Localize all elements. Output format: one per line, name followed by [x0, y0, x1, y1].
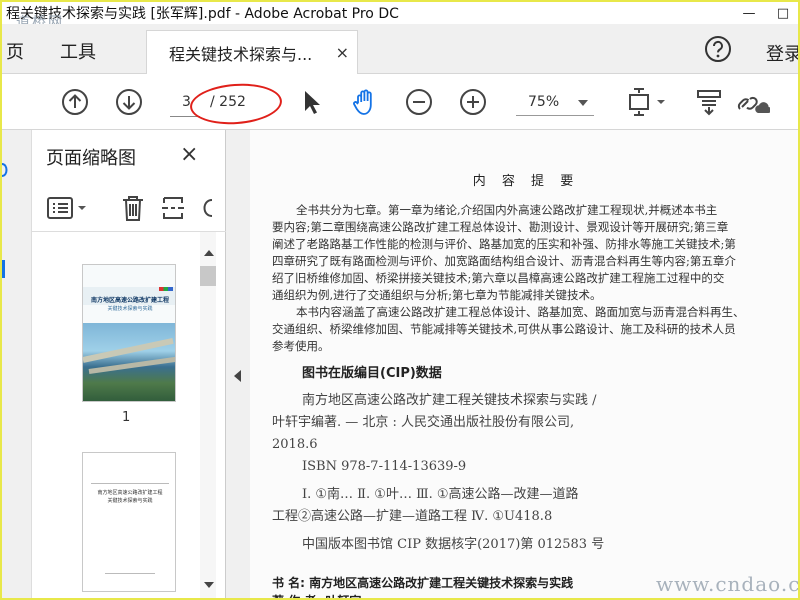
chevron-down-icon: [578, 100, 588, 106]
text-line: 本书内容涵盖了高速公路改扩建工程总体设计、路基加宽、路面加宽与沥青混合料再生、: [296, 305, 745, 319]
tab-home[interactable]: 页: [6, 38, 24, 64]
toolbar: 3 / 252 75%: [2, 74, 798, 130]
rail-indicator: [2, 260, 8, 278]
cip-line: ISBN 978-7-114-13639-9: [302, 459, 467, 474]
hand-tool-icon[interactable]: [350, 87, 380, 117]
panel-toolbar: [32, 182, 226, 232]
zoom-value: 75%: [528, 94, 560, 110]
thumbnail-panel: 页面缩略图 × 南方地区高速公路改扩建工程 关键技术探索与实践 1 南方地区高速…: [32, 130, 226, 598]
page-input-underline: [170, 116, 200, 117]
minimize-button[interactable]: —: [734, 2, 764, 24]
maximize-button[interactable]: □: [768, 2, 798, 24]
prev-page-icon[interactable]: [60, 87, 90, 117]
cip-line: 2018.6: [272, 437, 318, 452]
thumbnail-options-icon[interactable]: [46, 194, 90, 222]
doc-tab-label: 程关键技术探索与...: [169, 44, 313, 64]
share-link-icon[interactable]: [734, 87, 770, 117]
thumbnail-scrollbar[interactable]: [200, 232, 216, 598]
thumb1-subtitle: 关键技术探索与实践: [107, 306, 153, 312]
bookmark-icon[interactable]: [2, 160, 12, 180]
page-fit-icon[interactable]: [626, 87, 670, 117]
collapse-left-icon[interactable]: [234, 370, 241, 382]
app-window: 程关键技术探索与实践 [张军辉].pdf - Adobe Acrobat Pro…: [0, 0, 800, 600]
thumb2-line-1: 南方地区高速公路改扩建工程: [97, 490, 163, 496]
text-line: 参考使用。: [272, 339, 330, 353]
document-page: 内 容 提 要 全书共分为七章。第一章为绪论,介绍国内外高速公路改扩建工程现状,…: [250, 130, 798, 598]
login-button[interactable]: 登录: [766, 40, 798, 66]
thumbnail-list: 南方地区高速公路改扩建工程 关键技术探索与实践 1 南方地区高速公路改扩建工程 …: [32, 232, 226, 598]
scroll-down-icon[interactable]: [204, 582, 214, 588]
thumb1-color-bar: [159, 287, 173, 291]
current-page[interactable]: 3: [182, 94, 191, 110]
cip-block: 南方地区高速公路改扩建工程关键技术探索与实践 / 叶轩宇编著. — 北京 : 人…: [272, 390, 792, 556]
page-number-field[interactable]: 3 / 252: [170, 88, 280, 117]
cip-line: Ⅰ. ①南… Ⅱ. ①叶… Ⅲ. ①高速公路—改建—道路: [302, 487, 579, 502]
thumb2-rule: [91, 483, 169, 484]
text-line: 交通组织、桥梁维修加固、节能减排等关键技术,可供从事公路设计、施工及科研的技术人…: [272, 322, 736, 336]
panel-collapse-strip[interactable]: [226, 130, 250, 598]
zoom-in-icon[interactable]: [458, 87, 488, 117]
cip-line: 南方地区高速公路改扩建工程关键技术探索与实践 /: [302, 393, 597, 408]
thumb1-page-number: 1: [122, 410, 131, 425]
thumb1-title: 南方地区高速公路改扩建工程: [90, 297, 169, 304]
summary-heading: 内 容 提 要: [472, 174, 580, 189]
page-thumbnail-2[interactable]: 南方地区高速公路改扩建工程 关键技术探索与实践: [82, 452, 176, 592]
zoom-select[interactable]: 75%: [516, 92, 594, 116]
tab-tools[interactable]: 工具: [60, 38, 96, 64]
text-line: 绍了旧桥维修加固、桥梁拼接关键技术;第六章以昌樟高速公路改扩建工程施工过程中的交: [272, 271, 725, 285]
author-line: 著 作 者: 叶轩宇: [272, 592, 361, 598]
watermark-bottom: www.cndao.com: [656, 572, 800, 596]
tab-document[interactable]: 程关键技术探索与... ×: [146, 30, 358, 74]
tab-bar: 页 工具 程关键技术探索与... × 登录: [2, 24, 798, 74]
cip-line: 叶轩宇编著. — 北京 : 人民交通出版社股份有限公司,: [272, 415, 575, 430]
summary-paragraph-2: 本书内容涵盖了高速公路改扩建工程总体设计、路基加宽、路面加宽与沥青混合料再生、 …: [272, 304, 784, 355]
rotate-page-icon[interactable]: [200, 194, 214, 222]
total-pages: / 252: [210, 94, 246, 110]
cip-heading: 图书在版编目(CIP)数据: [302, 366, 442, 381]
left-rail: [2, 130, 32, 598]
text-line: 全书共分为七章。第一章为绪论,介绍国内外高速公路改扩建工程现状,并概述本书主: [296, 203, 718, 217]
panel-close-icon[interactable]: ×: [180, 142, 198, 167]
thumb2-line-2: 关键技术探索与实践: [107, 498, 153, 504]
scroll-mode-icon[interactable]: [694, 87, 724, 117]
insert-page-icon[interactable]: [160, 194, 190, 222]
help-icon[interactable]: [704, 35, 732, 63]
next-page-icon[interactable]: [114, 87, 144, 117]
summary-paragraph-1: 全书共分为七章。第一章为绪论,介绍国内外高速公路改扩建工程现状,并概述本书主 要…: [272, 202, 784, 304]
text-line: 通组织为例,进行了交通组织与分析;第七章为节能减排关键技术。: [272, 288, 602, 302]
page-thumbnail-1[interactable]: 南方地区高速公路改扩建工程 关键技术探索与实践: [82, 264, 176, 402]
title-bar: 程关键技术探索与实践 [张军辉].pdf - Adobe Acrobat Pro…: [2, 2, 798, 24]
text-line: 阐述了老路路基工作性能的检测与评价、路基加宽的压实和补强、防排水等施工关键技术;…: [272, 237, 736, 251]
text-line: 四章研究了既有路面检测与评价、加宽路面结构组合设计、沥青混合料再生等内容;第五章…: [272, 254, 736, 268]
cip-line: 工程②高速公路—扩建—道路工程 Ⅳ. ①U418.8: [272, 509, 553, 524]
cip-line: 中国版本图书馆 CIP 数据核字(2017)第 012583 号: [302, 537, 605, 552]
text-line: 要内容;第二章围绕高速公路改扩建工程总体设计、勘测设计、景观设计等开展研究;第三…: [272, 220, 729, 234]
panel-title: 页面缩略图: [46, 148, 136, 169]
zoom-out-icon[interactable]: [404, 87, 434, 117]
delete-page-icon[interactable]: [118, 194, 148, 222]
select-cursor-icon[interactable]: [296, 87, 326, 117]
scroll-thumb[interactable]: [200, 266, 216, 286]
scroll-up-icon[interactable]: [204, 250, 214, 256]
doc-tab-close-icon[interactable]: ×: [336, 43, 349, 62]
thumb2-footer-rule: [105, 573, 155, 574]
